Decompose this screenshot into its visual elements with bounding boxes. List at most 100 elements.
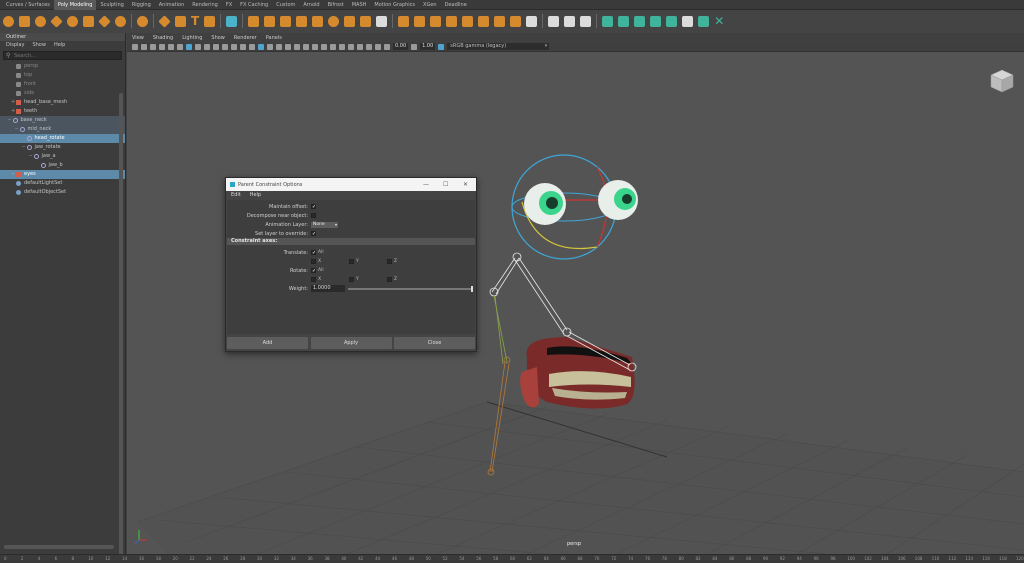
outliner-item-head-base-mesh[interactable]: + head_base_mesh xyxy=(0,98,125,107)
grid-icon[interactable] xyxy=(186,43,192,50)
gamma-icon[interactable] xyxy=(411,43,418,50)
combine-icon[interactable] xyxy=(248,15,260,27)
shelf-tab-rendering[interactable]: Rendering xyxy=(188,0,222,10)
expand-toggle-icon[interactable]: − xyxy=(8,116,12,125)
dialog-title-bar[interactable]: Parent Constraint Options — ☐ ✕ xyxy=(226,178,476,191)
boolean-icon[interactable] xyxy=(312,15,324,27)
expand-toggle-icon[interactable]: + xyxy=(11,170,15,179)
camera-attributes-icon[interactable] xyxy=(141,43,147,50)
remesh-icon[interactable] xyxy=(360,15,372,27)
outliner-menu-show[interactable]: Show xyxy=(32,41,46,49)
shelf-tab-poly-modeling[interactable]: Poly Modeling xyxy=(53,0,97,10)
constraint-axes-header[interactable]: Constraint axes: xyxy=(227,238,475,245)
exposure-icon[interactable] xyxy=(384,43,390,50)
outliner-item-front[interactable]: front xyxy=(0,80,125,89)
xray-joints-icon[interactable] xyxy=(366,43,372,50)
outliner-item-side[interactable]: side xyxy=(0,89,125,98)
poke-icon[interactable] xyxy=(494,15,506,27)
expand-toggle-icon[interactable]: + xyxy=(11,107,15,116)
retopo-icon[interactable] xyxy=(376,15,388,27)
edge-loop-icon[interactable] xyxy=(564,15,576,27)
auto-map-icon[interactable] xyxy=(650,15,662,27)
animation-layer-dropdown[interactable]: None xyxy=(311,221,338,228)
motion-blur-icon[interactable] xyxy=(321,43,327,50)
merge-icon[interactable] xyxy=(526,15,538,27)
set-layer-checkbox[interactable]: ✓ xyxy=(311,231,316,237)
view-transform-icon[interactable] xyxy=(168,43,174,50)
shelf-tab-bifrost[interactable]: Bifrost xyxy=(324,0,348,10)
shelf-tab-fx-caching[interactable]: FX Caching xyxy=(236,0,272,10)
expand-toggle-icon[interactable]: − xyxy=(29,152,33,161)
dialog-menu-edit[interactable]: Edit xyxy=(231,191,241,199)
safe-title-icon[interactable] xyxy=(240,43,246,50)
outliner-item-jaw-rotate[interactable]: − jaw_rotate xyxy=(0,143,125,152)
apply-button[interactable]: Apply xyxy=(310,337,392,349)
poly-cylinder-icon[interactable] xyxy=(35,15,46,27)
translate-x-checkbox[interactable] xyxy=(311,259,316,264)
wireframe-on-shaded-icon[interactable] xyxy=(276,43,282,50)
cut-sew-icon[interactable]: ✕ xyxy=(714,15,724,27)
outliner-menu-display[interactable]: Display xyxy=(6,41,24,49)
default-material-icon[interactable] xyxy=(267,43,273,50)
add-button[interactable]: Add xyxy=(227,337,308,349)
extrude-icon[interactable] xyxy=(414,15,426,27)
rotate-all[interactable]: ✓ All xyxy=(311,268,324,274)
super-shape-icon[interactable] xyxy=(137,15,148,27)
minimize-icon[interactable]: — xyxy=(423,181,429,188)
bridge-icon[interactable] xyxy=(398,15,410,27)
viewport-menu-view[interactable]: View xyxy=(132,35,144,41)
bevel-icon[interactable] xyxy=(430,15,442,27)
gate-mask-icon[interactable] xyxy=(213,43,219,50)
cylindrical-map-icon[interactable] xyxy=(618,15,630,27)
exposure-field[interactable]: 0.00 xyxy=(393,43,409,50)
film-gate-icon[interactable] xyxy=(195,43,201,50)
outliner-item-top[interactable]: top xyxy=(0,71,125,80)
wireframe-icon[interactable] xyxy=(249,43,255,50)
extract-icon[interactable] xyxy=(280,15,292,27)
smooth-shade-icon[interactable] xyxy=(258,43,264,50)
shelf-tab-motion-graphics[interactable]: Motion Graphics xyxy=(370,0,419,10)
checker-icon[interactable] xyxy=(682,15,694,27)
fill-hole-icon[interactable] xyxy=(462,15,474,27)
field-chart-icon[interactable] xyxy=(222,43,228,50)
curve-icon[interactable] xyxy=(175,15,186,27)
poly-plane-icon[interactable] xyxy=(83,15,94,27)
maintain-offset-checkbox[interactable]: ✓ xyxy=(311,204,316,210)
translate-all-checkbox[interactable]: ✓ xyxy=(311,250,316,256)
poly-sphere-icon[interactable] xyxy=(3,15,14,27)
bookmarks-icon[interactable] xyxy=(150,43,156,50)
close-icon[interactable]: ✕ xyxy=(463,181,468,188)
separate-icon[interactable] xyxy=(264,15,276,27)
poly-disc-icon[interactable] xyxy=(98,14,111,28)
sweep-mesh-icon[interactable] xyxy=(158,14,171,28)
mirror-icon[interactable] xyxy=(296,15,308,27)
viewport-menu-lighting[interactable]: Lighting xyxy=(182,35,202,41)
outliner-item-defaultobjectset[interactable]: defaultObjectSet xyxy=(0,188,125,197)
select-camera-icon[interactable] xyxy=(132,43,138,50)
viewport-menu-show[interactable]: Show xyxy=(211,35,225,41)
xray-icon[interactable] xyxy=(357,43,363,50)
translate-z-checkbox[interactable] xyxy=(387,259,392,264)
uv-editor-icon[interactable] xyxy=(226,15,238,27)
outliner-item-teeth[interactable]: + teeth xyxy=(0,107,125,116)
anti-aliasing-icon[interactable] xyxy=(330,43,336,50)
screen-space-ao-icon[interactable] xyxy=(312,43,318,50)
poly-cone-icon[interactable] xyxy=(50,14,63,28)
depth-of-field-icon[interactable] xyxy=(339,43,345,50)
close-button[interactable]: Close xyxy=(394,337,475,349)
platonic-icon[interactable] xyxy=(115,15,126,27)
outliner-menu-help[interactable]: Help xyxy=(54,41,65,49)
rotate-y-checkbox[interactable] xyxy=(349,277,354,282)
spherical-map-icon[interactable] xyxy=(634,15,646,27)
safe-action-icon[interactable] xyxy=(231,43,237,50)
weight-slider-handle[interactable] xyxy=(471,285,473,292)
gamma-field[interactable]: 1.00 xyxy=(420,43,436,50)
translate-all[interactable]: ✓ All xyxy=(311,250,324,256)
multi-cut-icon[interactable] xyxy=(548,15,560,27)
outliner-horizontal-scrollbar[interactable] xyxy=(4,545,114,549)
outliner-item-persp[interactable]: persp xyxy=(0,62,125,71)
shelf-tab-xgen[interactable]: XGen xyxy=(419,0,441,10)
shadows-icon[interactable] xyxy=(303,43,309,50)
shelf-tab-deadline[interactable]: Deadline xyxy=(441,0,471,10)
outliner-item-head-rotate[interactable]: head_rotate xyxy=(0,134,125,143)
